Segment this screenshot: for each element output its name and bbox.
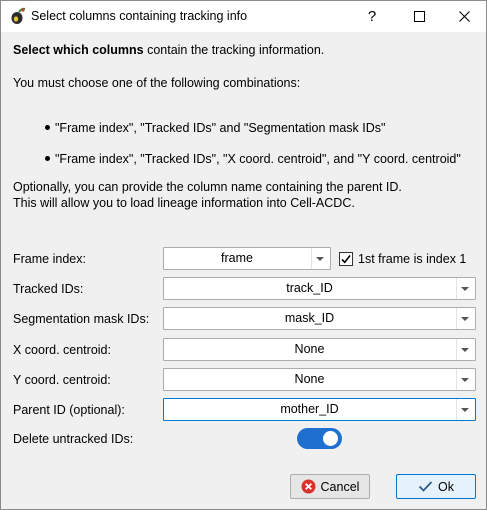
parent-id-combobox[interactable]: mother_ID xyxy=(163,398,476,421)
chevron-down-icon xyxy=(461,378,469,382)
maximize-button[interactable] xyxy=(396,1,442,32)
bullet-icon xyxy=(45,125,50,131)
instruction-heading-bold: Select which columns xyxy=(13,43,144,57)
chevron-down-icon xyxy=(461,408,469,412)
frame-index-value: frame xyxy=(221,251,253,265)
y-centroid-combobox[interactable]: None xyxy=(163,368,476,391)
optional-info-line-1: Optionally, you can provide the column n… xyxy=(13,180,402,194)
chevron-down-icon xyxy=(316,257,324,261)
chevron-down-icon xyxy=(461,317,469,321)
frame-index-dropdown[interactable] xyxy=(311,248,330,269)
seg-mask-ids-dropdown[interactable] xyxy=(456,308,475,329)
combinations-intro: You must choose one of the following com… xyxy=(13,76,301,90)
seg-mask-ids-combobox[interactable]: mask_ID xyxy=(163,307,476,330)
help-button[interactable]: ? xyxy=(349,1,395,32)
instruction-heading-rest: contain the tracking information. xyxy=(147,43,325,57)
y-centroid-dropdown[interactable] xyxy=(456,369,475,390)
window-title: Select columns containing tracking info xyxy=(31,9,248,23)
y-centroid-label: Y coord. centroid: xyxy=(13,373,111,387)
ok-button[interactable]: Ok xyxy=(396,474,476,499)
maximize-icon xyxy=(413,11,425,22)
combination-text-2: "Frame index", "Tracked IDs", "X coord. … xyxy=(55,152,461,166)
seg-mask-ids-value: mask_ID xyxy=(284,311,335,325)
cancel-button[interactable]: Cancel xyxy=(290,474,370,499)
tracked-ids-dropdown[interactable] xyxy=(456,278,475,299)
app-icon xyxy=(11,7,26,24)
y-centroid-value: None xyxy=(294,372,325,386)
combination-bullet-1: "Frame index", "Tracked IDs" and "Segmen… xyxy=(45,121,385,135)
x-centroid-label: X coord. centroid: xyxy=(13,343,111,357)
dialog-window: Select columns containing tracking info … xyxy=(0,0,487,510)
seg-mask-ids-label: Segmentation mask IDs: xyxy=(13,312,150,326)
instruction-heading: Select which columns contain the trackin… xyxy=(13,43,324,57)
close-button[interactable] xyxy=(441,1,487,32)
tracked-ids-value: track_ID xyxy=(286,281,333,295)
x-centroid-combobox[interactable]: None xyxy=(163,338,476,361)
toggle-knob[interactable] xyxy=(323,431,338,446)
checkmark-icon xyxy=(341,255,351,264)
first-frame-checkbox[interactable] xyxy=(339,252,353,266)
ok-button-label: Ok xyxy=(438,479,454,494)
parent-id-label: Parent ID (optional): xyxy=(13,403,125,417)
bullet-icon xyxy=(45,156,50,162)
cancel-icon xyxy=(301,479,316,494)
parent-id-value: mother_ID xyxy=(280,402,339,416)
cancel-button-label: Cancel xyxy=(320,479,360,494)
parent-id-dropdown[interactable] xyxy=(456,399,475,420)
tracked-ids-combobox[interactable]: track_ID xyxy=(163,277,476,300)
x-centroid-dropdown[interactable] xyxy=(456,339,475,360)
checkmark-icon xyxy=(418,480,433,493)
delete-untracked-toggle[interactable] xyxy=(297,428,342,449)
help-icon: ? xyxy=(367,8,377,25)
chevron-down-icon xyxy=(461,348,469,352)
combination-bullet-2: "Frame index", "Tracked IDs", "X coord. … xyxy=(45,152,461,166)
dialog-content: Select which columns contain the trackin… xyxy=(1,32,486,509)
first-frame-checkbox-label[interactable]: 1st frame is index 1 xyxy=(358,252,466,266)
x-centroid-value: None xyxy=(294,342,325,356)
optional-info-line-2: This will allow you to load lineage info… xyxy=(13,196,355,210)
chevron-down-icon xyxy=(461,287,469,291)
close-icon xyxy=(458,11,470,22)
tracked-ids-label: Tracked IDs: xyxy=(13,282,84,296)
title-bar[interactable]: Select columns containing tracking info … xyxy=(1,1,486,32)
delete-untracked-label: Delete untracked IDs: xyxy=(13,432,134,446)
frame-index-combobox[interactable]: frame xyxy=(163,247,331,270)
frame-index-label: Frame index: xyxy=(13,252,86,266)
combination-text-1: "Frame index", "Tracked IDs" and "Segmen… xyxy=(55,121,386,135)
